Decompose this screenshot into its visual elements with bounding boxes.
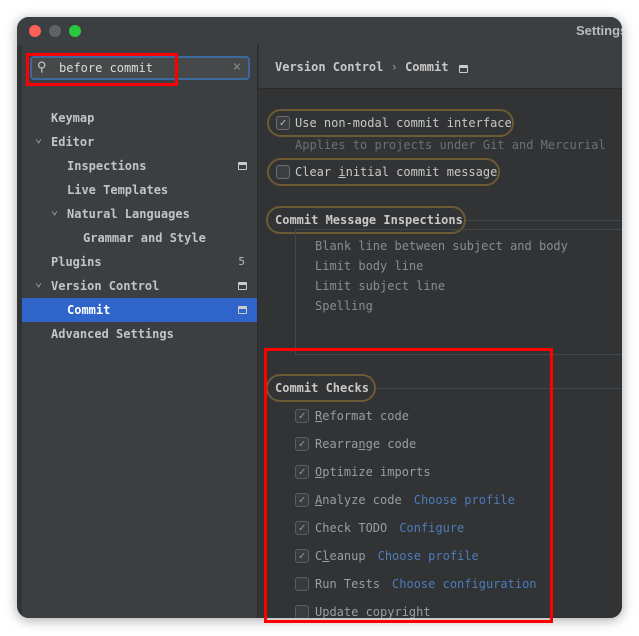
settings-sidebar: ⚲ before commit × Keymap ⌄ Editor Inspectio… (22, 45, 258, 618)
breadcrumb-separator: › (390, 60, 398, 74)
project-scope-icon (459, 65, 468, 73)
chevron-down-icon[interactable]: ⌄ (51, 198, 58, 222)
updates-badge: 5 (238, 255, 245, 268)
minimize-window-button[interactable] (49, 25, 61, 37)
breadcrumb-parent[interactable]: Version Control (275, 60, 383, 74)
sidebar-item-plugins[interactable]: Plugins 5 (22, 250, 257, 274)
chevron-down-icon[interactable]: ⌄ (35, 270, 42, 294)
mnemonic: i (338, 165, 346, 179)
project-scope-icon (238, 306, 247, 314)
non-modal-label: Use non-modal commit interface (295, 116, 512, 130)
sidebar-item-label: Keymap (51, 111, 95, 125)
sidebar-item-commit[interactable]: Commit (22, 298, 257, 322)
sidebar-item-label: Live Templates (67, 183, 169, 197)
divider (466, 220, 622, 221)
maximize-window-button[interactable] (69, 25, 81, 37)
label-part: Clear (295, 165, 339, 179)
sidebar-item-version-control[interactable]: ⌄ Version Control (22, 274, 257, 298)
chevron-down-icon[interactable]: ⌄ (35, 126, 42, 150)
inspections-list: Blank line between subject and body Limit… (295, 229, 622, 355)
sidebar-item-label: Editor (51, 135, 95, 149)
inspection-item[interactable]: Limit subject line (315, 279, 445, 293)
sidebar-item-editor[interactable]: ⌄ Editor (22, 130, 257, 154)
sidebar-item-grammar-and-style[interactable]: Grammar and Style (22, 226, 257, 250)
non-modal-checkbox[interactable]: ✓ (276, 116, 290, 130)
sidebar-item-label: Advanced Settings (51, 327, 174, 341)
inspections-title: Commit Message Inspections (275, 213, 463, 227)
title-bar: Settings (17, 17, 622, 45)
sidebar-item-label: Grammar and Style (83, 231, 206, 245)
window-title: Settings (576, 23, 622, 38)
project-scope-icon (238, 282, 247, 290)
breadcrumb: Version Control › Commit (275, 60, 448, 74)
sidebar-item-label: Commit (67, 303, 111, 317)
sidebar-item-natural-languages[interactable]: ⌄ Natural Languages (22, 202, 257, 226)
sidebar-item-keymap[interactable]: Keymap (22, 106, 257, 130)
label-part: nitial commit message (345, 165, 498, 179)
close-window-button[interactable] (29, 25, 41, 37)
inspection-item[interactable]: Spelling (315, 299, 373, 313)
close-icon[interactable]: × (233, 59, 241, 75)
inspection-item[interactable]: Blank line between subject and body (315, 239, 568, 253)
clear-initial-checkbox[interactable] (276, 165, 290, 179)
non-modal-hint: Applies to projects under Git and Mercur… (295, 138, 606, 152)
sidebar-item-inspections[interactable]: Inspections (22, 154, 257, 178)
clear-initial-label: Clear initial commit message (295, 165, 497, 179)
breadcrumb-current: Commit (405, 60, 449, 74)
sidebar-item-label: Plugins (51, 255, 102, 269)
sidebar-item-advanced-settings[interactable]: Advanced Settings (22, 322, 257, 346)
sidebar-item-label: Version Control (51, 279, 160, 293)
search-highlight-box (26, 53, 178, 86)
sidebar-item-label: Natural Languages (67, 207, 190, 221)
content-header: Version Control › Commit (259, 45, 622, 89)
commit-checks-highlight-box (264, 348, 553, 623)
sidebar-item-label: Inspections (67, 159, 147, 173)
inspection-item[interactable]: Limit body line (315, 259, 423, 273)
project-scope-icon (238, 162, 247, 170)
